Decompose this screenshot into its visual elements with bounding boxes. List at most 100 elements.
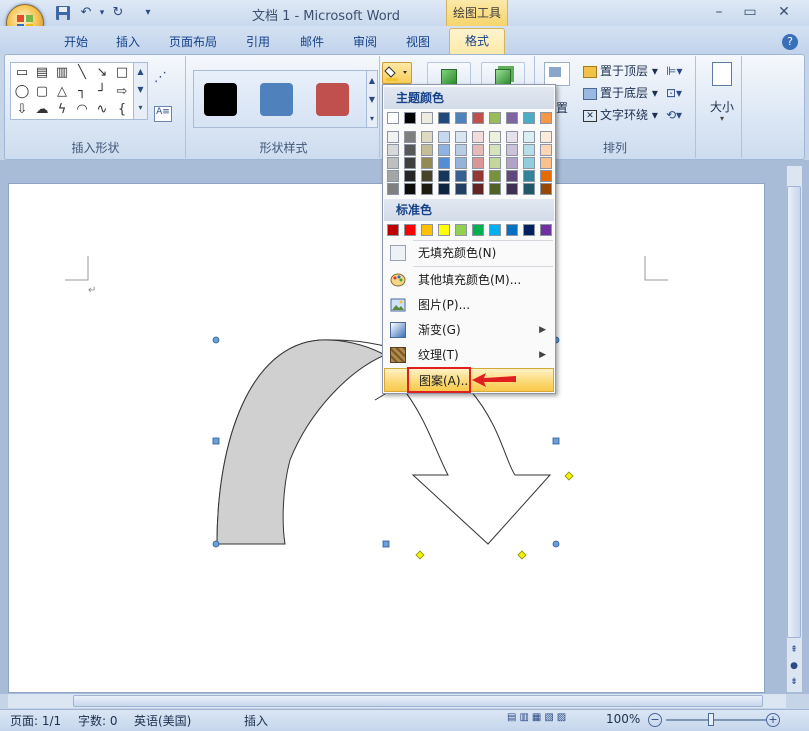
theme-color-cell[interactable] xyxy=(421,170,433,182)
theme-color-cell[interactable] xyxy=(455,112,467,124)
theme-color-cell[interactable] xyxy=(489,131,501,143)
adjust-handle[interactable] xyxy=(564,471,574,481)
standard-color-cell[interactable] xyxy=(540,224,552,236)
standard-color-cell[interactable] xyxy=(387,224,399,236)
theme-color-cell[interactable] xyxy=(404,183,416,195)
theme-color-cell[interactable] xyxy=(540,112,552,124)
insert-mode-indicator[interactable]: 插入 xyxy=(244,712,268,729)
theme-color-cell[interactable] xyxy=(472,170,484,182)
rounded-rect-shape-icon[interactable]: ▢ xyxy=(32,83,52,101)
resize-handle[interactable] xyxy=(212,336,220,344)
align-button[interactable]: ⊫▾ xyxy=(666,62,682,81)
gradient-fill-menu-item[interactable]: 渐变(G) ▶ xyxy=(384,318,554,342)
style-swatch-red[interactable] xyxy=(316,83,349,116)
group-button[interactable]: ⊡▾ xyxy=(666,84,682,103)
close-button[interactable]: ✕ xyxy=(772,2,796,22)
shape-style-gallery[interactable] xyxy=(193,70,368,128)
vertical-textbox-shape-icon[interactable]: ▥ xyxy=(52,64,72,82)
theme-color-cell[interactable] xyxy=(438,144,450,156)
line-shape-icon[interactable]: ╲ xyxy=(72,64,92,82)
theme-color-cell[interactable] xyxy=(472,131,484,143)
bring-to-front-button[interactable]: 置于顶层 ▾ xyxy=(583,62,658,81)
send-to-back-button[interactable]: 置于底层 ▾ xyxy=(583,84,658,103)
theme-color-cell[interactable] xyxy=(404,144,416,156)
lightning-shape-icon[interactable]: ϟ xyxy=(52,101,72,119)
theme-color-cell[interactable] xyxy=(438,112,450,124)
picture-fill-menu-item[interactable]: 图片(P)... xyxy=(384,293,554,317)
size-button[interactable]: 大小 ▾ xyxy=(706,62,738,123)
theme-color-cell[interactable] xyxy=(489,170,501,182)
textbox-icon[interactable]: A≡ xyxy=(154,106,172,122)
horizontal-scroll-thumb[interactable] xyxy=(73,695,763,707)
theme-color-cell[interactable] xyxy=(421,131,433,143)
zoom-slider-thumb[interactable] xyxy=(708,713,714,726)
vertical-scroll-thumb[interactable] xyxy=(787,186,801,638)
theme-color-cell[interactable] xyxy=(438,157,450,169)
textbox-shape-icon[interactable]: ▤ xyxy=(32,64,52,82)
standard-color-cell[interactable] xyxy=(438,224,450,236)
theme-color-cell[interactable] xyxy=(540,131,552,143)
text-wrap-button[interactable]: ✕ 文字环绕 ▾ xyxy=(583,106,658,125)
word-count[interactable]: 字数: 0 xyxy=(78,712,118,729)
theme-color-cell[interactable] xyxy=(404,157,416,169)
theme-color-cell[interactable] xyxy=(404,131,416,143)
theme-color-cell[interactable] xyxy=(387,131,399,143)
theme-color-cell[interactable] xyxy=(438,131,450,143)
theme-color-cell[interactable] xyxy=(404,170,416,182)
standard-color-cell[interactable] xyxy=(421,224,433,236)
language-indicator[interactable]: 英语(美国) xyxy=(134,712,191,729)
resize-handle[interactable] xyxy=(552,437,560,445)
position-icon[interactable] xyxy=(544,62,570,86)
theme-color-cell[interactable] xyxy=(404,112,416,124)
theme-color-cell[interactable] xyxy=(387,170,399,182)
tab-page-layout[interactable]: 页面布局 xyxy=(164,32,222,52)
theme-color-cell[interactable] xyxy=(387,183,399,195)
brace-shape-icon[interactable]: { xyxy=(112,101,132,119)
theme-color-cell[interactable] xyxy=(523,131,535,143)
theme-color-cell[interactable] xyxy=(506,131,518,143)
rectangle-shape-icon[interactable]: ▭ xyxy=(12,64,32,82)
theme-color-cell[interactable] xyxy=(387,144,399,156)
resize-handle[interactable] xyxy=(212,540,220,548)
standard-color-cell[interactable] xyxy=(523,224,535,236)
more-fill-colors-menu-item[interactable]: 其他填充颜色(M)... xyxy=(384,268,554,292)
curve-shape-icon[interactable]: ∿ xyxy=(92,101,112,119)
theme-color-cell[interactable] xyxy=(387,157,399,169)
theme-color-cell[interactable] xyxy=(506,170,518,182)
theme-color-cell[interactable] xyxy=(472,144,484,156)
minimize-button[interactable]: – xyxy=(707,2,731,22)
style-gallery-scroll[interactable]: ▲ ▼ ▾ xyxy=(366,70,378,128)
zoom-slider[interactable] xyxy=(666,719,766,721)
theme-color-cell[interactable] xyxy=(455,144,467,156)
theme-color-cell[interactable] xyxy=(472,183,484,195)
shape-fill-button[interactable] xyxy=(382,62,412,84)
theme-color-cell[interactable] xyxy=(489,112,501,124)
theme-color-cell[interactable] xyxy=(523,183,535,195)
restore-button[interactable]: ▭ xyxy=(738,2,762,22)
standard-color-cell[interactable] xyxy=(472,224,484,236)
zoom-level[interactable]: 100% xyxy=(606,712,640,726)
theme-color-cell[interactable] xyxy=(540,144,552,156)
theme-color-cell[interactable] xyxy=(438,170,450,182)
standard-color-cell[interactable] xyxy=(404,224,416,236)
tab-view[interactable]: 视图 xyxy=(398,32,438,52)
adjust-handle[interactable] xyxy=(517,550,527,560)
shapes-gallery[interactable]: ▭ ▤ ▥ ╲ ↘ □ ◯ ▢ △ ┐ ┘ ⇨ ⇩ ☁ ϟ ◠ ∿ { ▲ ▼ ▾ xyxy=(10,62,148,120)
zoom-out-button[interactable]: − xyxy=(648,713,662,727)
position-button-label[interactable]: 置 xyxy=(556,99,568,118)
theme-color-cell[interactable] xyxy=(506,144,518,156)
undo-dropdown-icon[interactable]: ▾ xyxy=(94,5,110,21)
theme-color-cell[interactable] xyxy=(438,183,450,195)
redo-icon[interactable]: ↻ xyxy=(110,5,126,21)
cloud-shape-icon[interactable]: ☁ xyxy=(32,101,52,119)
theme-color-cell[interactable] xyxy=(523,170,535,182)
theme-color-cell[interactable] xyxy=(387,112,399,124)
zoom-in-button[interactable]: + xyxy=(766,713,780,727)
theme-color-cell[interactable] xyxy=(455,170,467,182)
theme-color-cell[interactable] xyxy=(506,183,518,195)
customize-qat-button[interactable]: ▾ xyxy=(140,5,156,21)
theme-color-cell[interactable] xyxy=(506,112,518,124)
arc-shape-icon[interactable]: ◠ xyxy=(72,101,92,119)
view-mode-buttons[interactable]: ▤▥▦▧▨ xyxy=(507,712,599,728)
theme-color-cell[interactable] xyxy=(489,157,501,169)
